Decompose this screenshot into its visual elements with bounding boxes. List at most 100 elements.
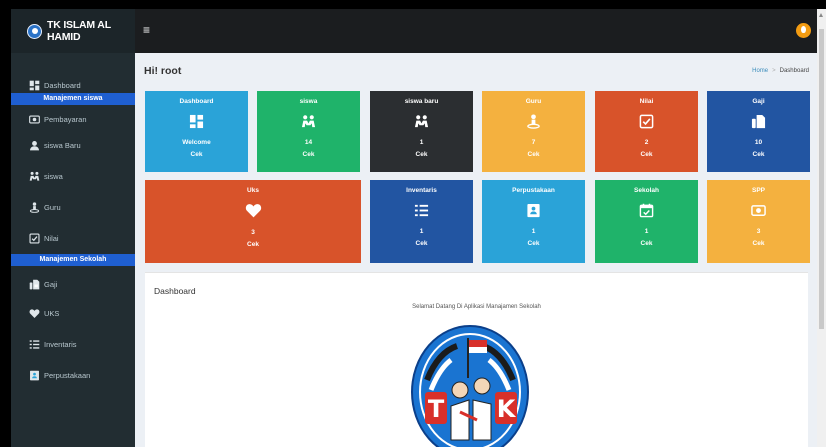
school-logo-icon [27, 23, 42, 39]
card-cek-link[interactable]: Cek [257, 151, 360, 158]
fax-icon [707, 114, 810, 129]
heart-icon [145, 202, 361, 219]
card-title: Inventaris [406, 187, 437, 194]
card-title: Uks [247, 187, 259, 194]
screen-frame-left [0, 0, 11, 447]
hamburger-icon[interactable]: ≡ [143, 24, 150, 36]
sidebar-item-uks[interactable]: UKS [11, 298, 135, 329]
dashboard-panel: Dashboard Selamat Datang Di Aplikasi Man… [145, 272, 808, 447]
breadcrumb-home[interactable]: Home [752, 68, 768, 74]
card-value: 3 [756, 228, 761, 235]
sidebar-item-label: Dashboard [44, 80, 81, 90]
brand[interactable]: TK ISLAM AL HAMID [11, 9, 135, 53]
sidebar-item-label: Pembayaran [44, 114, 87, 124]
sidebar-item-gaji[interactable]: Gaji [11, 270, 135, 298]
stat-card-nilai[interactable]: Nilai 2 Cek [595, 91, 698, 172]
card-title: Nilai [639, 98, 654, 105]
breadcrumb-current: Dashboard [779, 68, 809, 74]
sidebar-item-perpustakaan[interactable]: Perpustakaan [11, 360, 135, 391]
scroll-thumb[interactable] [819, 29, 824, 329]
sidebar-item-siswa-baru[interactable]: siswa Baru [11, 130, 135, 161]
money-icon [29, 114, 40, 125]
stat-card-siswa-baru[interactable]: siswa baru 1 Cek [370, 91, 473, 172]
card-title: Gaji [752, 98, 765, 105]
breadcrumb: Home > Dashboard [752, 68, 809, 74]
user-avatar-icon[interactable] [796, 23, 811, 38]
guru-icon [482, 114, 585, 129]
stat-card-uks[interactable]: Uks 3 Cek [145, 180, 361, 263]
user-icon [29, 140, 40, 151]
dashboard-icon [29, 80, 40, 91]
panel-title: Dashboard [154, 286, 196, 296]
card-cek-link[interactable]: Cek [145, 151, 248, 158]
sidebar-item-siswa[interactable]: siswa [11, 161, 135, 192]
screen-frame-top [0, 0, 826, 9]
activate-windows-watermark: Activate Windows [654, 425, 741, 437]
sidebar-item-pembayaran[interactable]: Pembayaran [11, 108, 135, 130]
users-icon [370, 114, 473, 129]
top-navbar: ≡ [135, 9, 817, 53]
vertical-scrollbar[interactable] [817, 9, 826, 447]
dashboard-icon [145, 114, 248, 129]
card-value: 2 [644, 139, 649, 146]
card-cek-link[interactable]: Cek [595, 151, 698, 158]
sidebar-item-label: Guru [44, 203, 61, 212]
card-value: Welcome [182, 139, 211, 146]
card-title: Perpustakaan [512, 187, 555, 194]
list-icon [29, 339, 40, 350]
card-title: siswa baru [404, 98, 439, 105]
sidebar-item-label: siswa [44, 172, 63, 181]
sidebar-item-label: Nilai [44, 234, 59, 243]
check-square-icon [595, 114, 698, 129]
check-square-icon [29, 233, 40, 244]
card-cek-link[interactable]: Cek [482, 240, 585, 247]
sidebar-item-label: Gaji [44, 279, 58, 289]
heart-icon [29, 308, 40, 319]
main-content: Hi! root Home > Dashboard Dashboard Welcome… [135, 53, 817, 447]
stat-card-perpustakaan[interactable]: Perpustakaan 1 Cek [482, 180, 585, 263]
stat-card-spp[interactable]: SPP 3 Cek [707, 180, 810, 263]
sidebar-section-header: Manajemen siswa [11, 93, 135, 105]
brand-title: TK ISLAM AL HAMID [47, 19, 111, 43]
card-value: 1 [419, 228, 424, 235]
stat-card-inventaris[interactable]: Inventaris 1 Cek [370, 180, 473, 263]
stat-card-guru[interactable]: Guru 7 Cek [482, 91, 585, 172]
card-value: 7 [531, 139, 536, 146]
breadcrumb-separator: > [772, 68, 776, 74]
scroll-up-arrow-icon[interactable] [819, 13, 823, 17]
card-title: Guru [525, 98, 542, 105]
list-icon [370, 203, 473, 218]
stat-card-dashboard[interactable]: Dashboard Welcome Cek [145, 91, 248, 172]
page-title: Hi! root [144, 65, 182, 77]
sidebar-item-guru[interactable]: Guru [11, 192, 135, 223]
calendar-check-icon [595, 203, 698, 218]
card-cek-link[interactable]: Cek [145, 241, 361, 248]
card-cek-link[interactable]: Cek [707, 151, 810, 158]
card-cek-link[interactable]: Cek [370, 151, 473, 158]
card-value: 1 [644, 228, 649, 235]
card-value: 1 [531, 228, 536, 235]
guru-icon [29, 202, 40, 213]
sidebar-item-nilai[interactable]: Nilai [11, 223, 135, 254]
card-cek-link[interactable]: Cek [707, 240, 810, 247]
money-icon [707, 203, 810, 218]
stat-card-gaji[interactable]: Gaji 10 Cek [707, 91, 810, 172]
sidebar-item-dashboard[interactable]: Dashboard [11, 77, 135, 93]
sidebar-item-inventaris[interactable]: Inventaris [11, 329, 135, 360]
card-cek-link[interactable]: Cek [370, 240, 473, 247]
stat-card-sekolah[interactable]: Sekolah 1 Cek [595, 180, 698, 263]
card-title: SPP [751, 187, 765, 194]
stat-card-siswa[interactable]: siswa 14 Cek [257, 91, 360, 172]
emblem-letter-t: T [428, 395, 445, 423]
card-cek-link[interactable]: Cek [595, 240, 698, 247]
card-value: 10 [754, 139, 763, 146]
emblem-letter-k: K [497, 395, 517, 423]
welcome-text: Selamat Datang Di Aplikasi Manajamen Sek… [412, 304, 541, 310]
card-title: Sekolah [634, 187, 659, 194]
fax-icon [29, 279, 40, 290]
card-value: 3 [251, 229, 255, 236]
card-cek-link[interactable]: Cek [482, 151, 585, 158]
sidebar-nav: Dashboard Manajemen siswa Pembayaran siswa … [11, 53, 135, 391]
sidebar-section-header: Manajemen Sekolah [11, 254, 135, 266]
users-icon [29, 171, 40, 182]
